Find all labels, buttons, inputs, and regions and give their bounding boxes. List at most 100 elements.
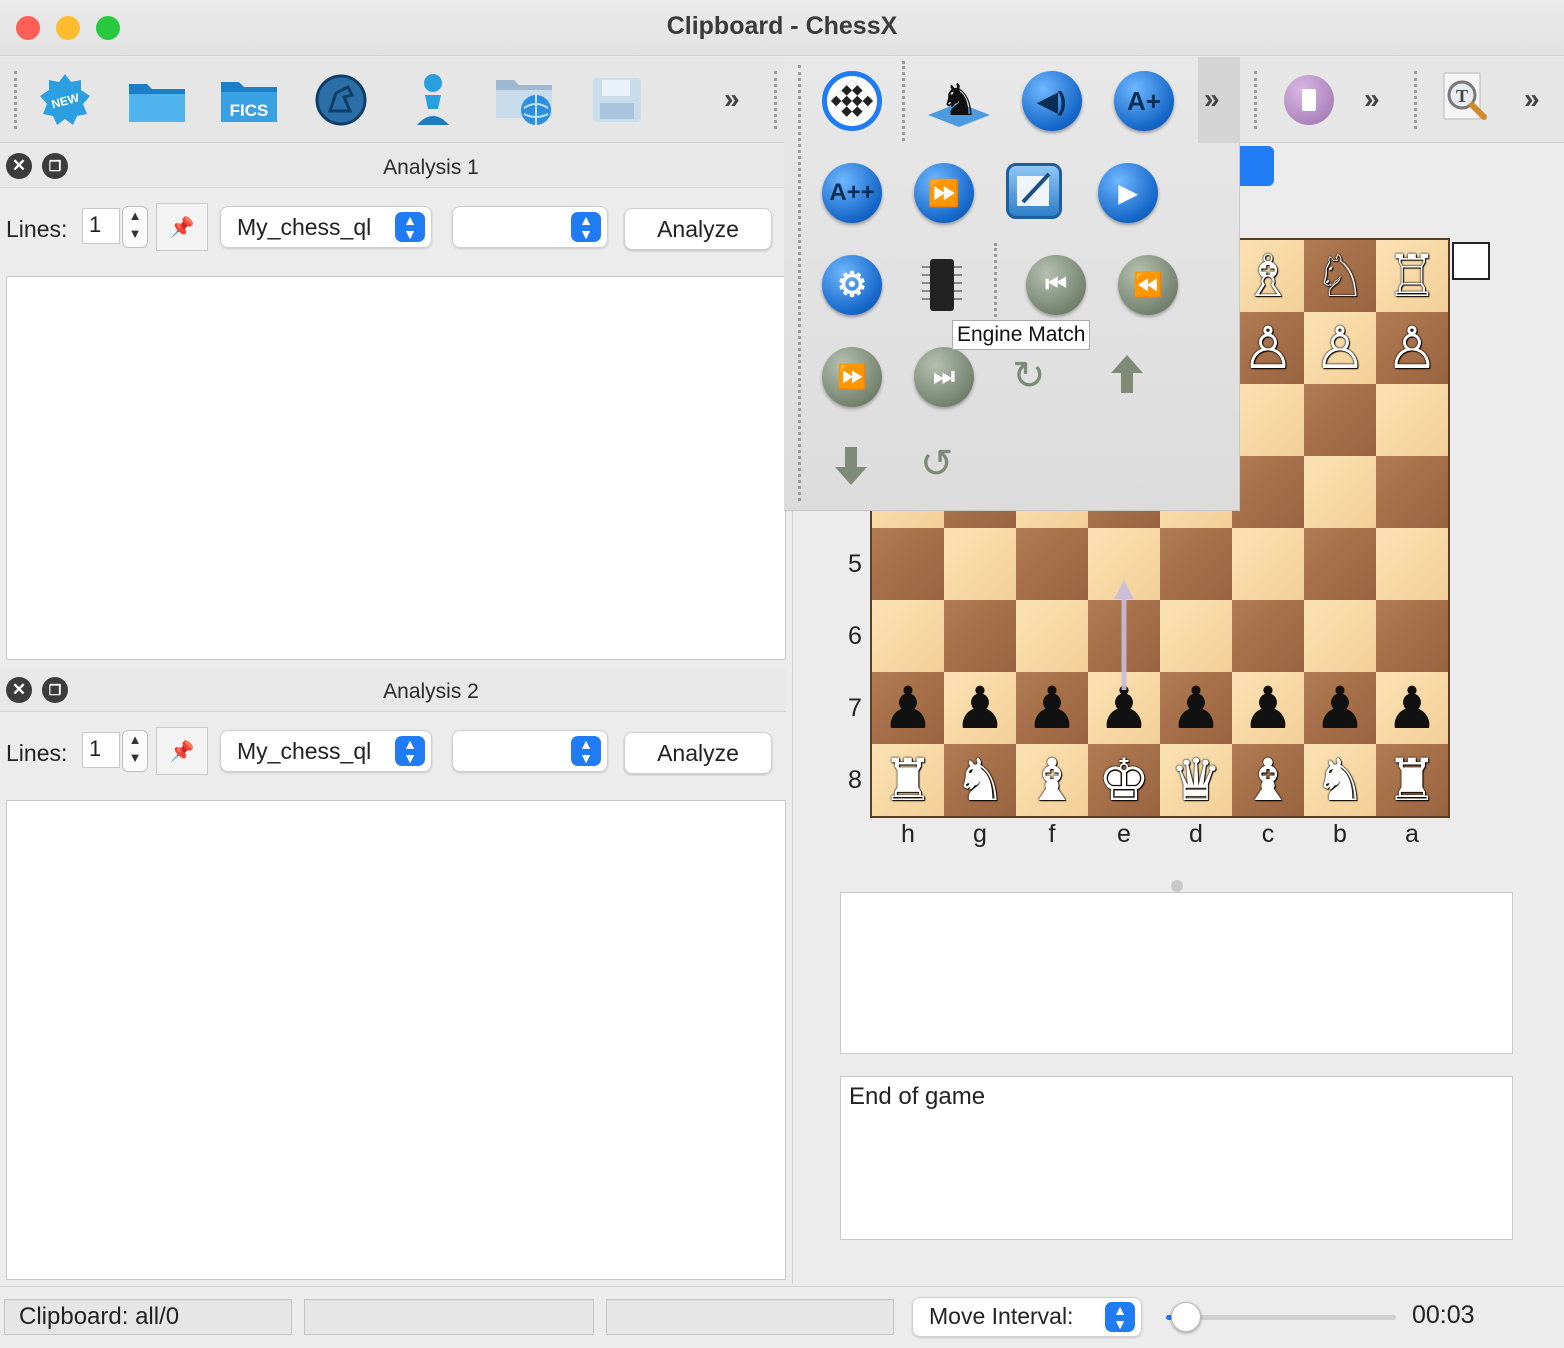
chess-piece[interactable]: ♞ [1304,744,1376,816]
board-square[interactable] [1160,600,1232,672]
board-square[interactable] [872,528,944,600]
board-square[interactable] [1232,456,1304,528]
settings-gear-icon[interactable]: ⚙ [822,255,882,315]
splitter-handle[interactable] [1171,880,1183,892]
board-square[interactable] [1016,528,1088,600]
engine-chip-icon[interactable] [920,257,964,313]
last-move-icon[interactable]: ⏭ [914,347,974,407]
back-ten-icon[interactable]: ⏪ [1118,255,1178,315]
engine-select[interactable]: My_chess_ql ▲ ▼ [220,206,432,248]
pawn-icon[interactable] [402,69,464,131]
game-text-box[interactable]: End of game [840,1076,1513,1240]
chess-piece[interactable]: ♜ [872,744,944,816]
board-square[interactable] [944,528,1016,600]
status-clipboard-text: Clipboard: all/0 [19,1303,180,1330]
chess-piece[interactable]: ♖ [1376,240,1448,312]
save-icon[interactable] [586,69,648,131]
toolbar-grip-3[interactable] [1254,71,1258,129]
deep-analysis-icon[interactable]: A++ [822,163,882,223]
lines-stepper[interactable]: ▲ ▼ [122,730,148,772]
toolbar-overflow-button-3[interactable]: » [1524,83,1539,115]
chess-piece[interactable]: ♟ [1232,672,1304,744]
sound-icon[interactable]: ◀) [1022,71,1082,131]
chess-piece[interactable]: ♚ [1088,744,1160,816]
board-square[interactable] [1304,384,1376,456]
web-folder-icon[interactable] [494,69,556,131]
lines-stepper[interactable]: ▲ ▼ [122,206,148,248]
engine-select[interactable]: My_chess_ql ▲ ▼ [220,730,432,772]
board-square[interactable] [1232,384,1304,456]
chess-piece[interactable]: ♝ [1232,744,1304,816]
board-square[interactable] [1232,528,1304,600]
board-setup-icon[interactable]: ♞ [926,69,992,131]
forward-ten-icon[interactable]: ⏩ [822,347,882,407]
chess-piece[interactable]: ♟ [1016,672,1088,744]
board-square[interactable] [1304,528,1376,600]
lines-input[interactable]: 1 [82,732,120,768]
board-square[interactable] [1160,528,1232,600]
move-interval-select[interactable]: Move Interval: ▲ ▼ [912,1297,1142,1337]
status-clipboard: Clipboard: all/0 [4,1299,292,1335]
chess-piece[interactable]: ♗ [1232,240,1304,312]
board-square[interactable] [1376,600,1448,672]
analyze-button[interactable]: Analyze [624,732,772,774]
flip-board-icon[interactable] [822,71,882,131]
toolbar-grip[interactable] [14,71,18,129]
chess-piece[interactable]: ♟ [1160,672,1232,744]
chess-piece[interactable]: ♟ [1304,672,1376,744]
pin-button[interactable]: 📌 [156,203,208,251]
move-up-icon[interactable] [1110,353,1144,397]
play-settings-icon[interactable]: ▶ [1098,163,1158,223]
auto-analysis-icon[interactable]: A+ [1114,71,1174,131]
chess-knight-circle-icon[interactable] [310,69,372,131]
chess-piece[interactable]: ♛ [1160,744,1232,816]
chess-piece[interactable]: ♘ [1304,240,1376,312]
board-square[interactable] [1376,384,1448,456]
toolbar-overflow-button[interactable]: » [724,83,739,115]
chess-piece[interactable]: ♟ [1376,672,1448,744]
toolbar-grip-4[interactable] [1414,71,1418,129]
toolbar-grip-2[interactable] [774,71,778,129]
analysis-1-output[interactable] [6,276,786,660]
board-square[interactable] [1016,600,1088,672]
board-square[interactable] [1376,456,1448,528]
fast-forward-icon[interactable]: ⏩ [914,163,974,223]
tab-indicator[interactable] [1240,146,1274,186]
move-down-icon[interactable] [834,443,868,487]
first-move-icon[interactable]: ⏮ [1026,255,1086,315]
secondary-select[interactable]: ▲ ▼ [452,730,608,772]
lines-input[interactable]: 1 [82,208,120,244]
secondary-select[interactable]: ▲ ▼ [452,206,608,248]
analysis-2-output[interactable] [6,800,786,1280]
chess-piece[interactable]: ♝ [1016,744,1088,816]
analyze-button[interactable]: Analyze [624,208,772,250]
popup-separator [994,243,998,323]
edit-annotation-icon[interactable] [1006,163,1062,219]
board-square[interactable] [1232,600,1304,672]
fics-icon[interactable]: FICS [218,69,280,131]
popup-grip[interactable] [798,65,802,501]
chess-piece[interactable]: ♟ [872,672,944,744]
board-square[interactable] [1304,456,1376,528]
undo-icon[interactable]: ↺ [920,441,954,487]
popup-overflow-button[interactable]: » [1198,57,1240,143]
toolbar-overflow-button-2[interactable]: » [1364,83,1379,115]
redo-icon[interactable]: ↻ [1012,353,1046,399]
chess-piece[interactable]: ♙ [1376,312,1448,384]
chess-piece[interactable]: ♟ [944,672,1016,744]
open-folder-icon[interactable] [126,69,188,131]
chess-piece[interactable]: ♞ [944,744,1016,816]
annotation-box[interactable] [840,892,1513,1054]
book-icon[interactable] [1284,75,1334,125]
board-square[interactable] [944,600,1016,672]
board-square[interactable] [1376,528,1448,600]
move-interval-slider-knob[interactable] [1171,1302,1201,1332]
board-square[interactable] [1304,600,1376,672]
chess-piece[interactable]: ♜ [1376,744,1448,816]
new-database-icon[interactable]: NEW [34,69,96,131]
board-square[interactable] [872,600,944,672]
chess-piece[interactable]: ♙ [1232,312,1304,384]
pin-button[interactable]: 📌 [156,727,208,775]
text-search-icon[interactable]: T [1440,71,1492,127]
chess-piece[interactable]: ♙ [1304,312,1376,384]
